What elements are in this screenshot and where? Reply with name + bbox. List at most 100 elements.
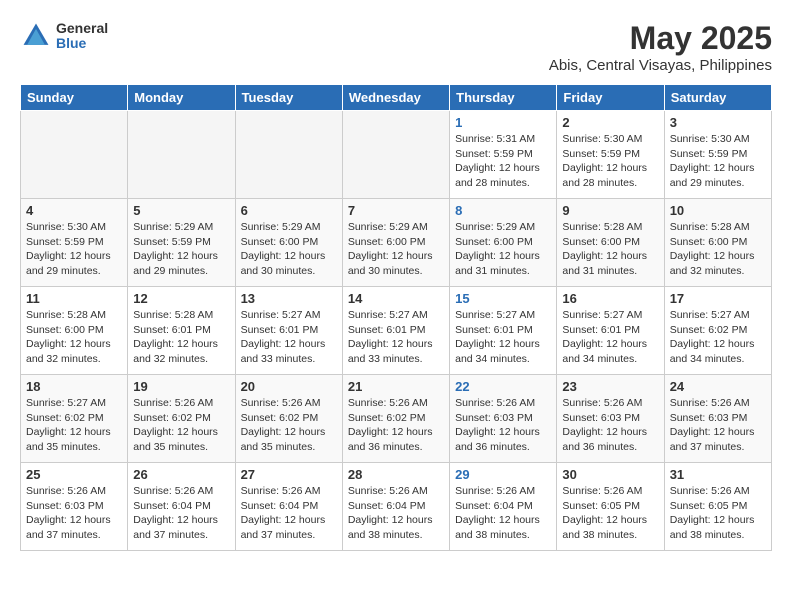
cell-info: Sunrise: 5:26 AMSunset: 6:02 PMDaylight:… [133,396,229,455]
day-number: 16 [562,291,658,306]
calendar-cell [235,111,342,199]
calendar-cell: 20 Sunrise: 5:26 AMSunset: 6:02 PMDayligh… [235,375,342,463]
calendar-cell: 9Sunrise: 5:28 AMSunset: 6:00 PMDaylight… [557,199,664,287]
week-row-3: 11 Sunrise: 5:28 AMSunset: 6:00 PMDayligh… [21,287,772,375]
calendar-cell: 16 Sunrise: 5:27 AMSunset: 6:01 PMDayligh… [557,287,664,375]
calendar-cell: 6 Sunrise: 5:29 AMSunset: 6:00 PMDaylight… [235,199,342,287]
day-number: 30 [562,467,658,482]
calendar-cell: 24 Sunrise: 5:26 AMSunset: 6:03 PMDayligh… [664,375,771,463]
cell-info: Sunrise: 5:26 AMSunset: 6:03 PMDaylight:… [26,484,122,543]
cell-info: Sunrise: 5:30 AMSunset: 5:59 PMDaylight:… [26,220,122,279]
calendar-cell: 29 Sunrise: 5:26 AMSunset: 6:04 PMDayligh… [450,463,557,551]
weekday-header-wednesday: Wednesday [342,85,449,111]
day-number: 27 [241,467,337,482]
day-number: 12 [133,291,229,306]
calendar-cell: 27 Sunrise: 5:26 AMSunset: 6:04 PMDayligh… [235,463,342,551]
calendar-cell: 26Sunrise: 5:26 AMSunset: 6:04 PMDayligh… [128,463,235,551]
cell-info: Sunrise: 5:26 AMSunset: 6:02 PMDaylight:… [241,396,337,455]
cell-info: Sunrise: 5:28 AMSunset: 6:00 PMDaylight:… [670,220,766,279]
day-number: 17 [670,291,766,306]
cell-info: Sunrise: 5:27 AMSunset: 6:01 PMDaylight:… [455,308,551,367]
cell-info: Sunrise: 5:29 AMSunset: 6:00 PMDaylight:… [348,220,444,279]
calendar-table: SundayMondayTuesdayWednesdayThursdayFrid… [20,84,772,551]
day-number: 15 [455,291,551,306]
cell-info: Sunrise: 5:26 AMSunset: 6:03 PMDaylight:… [670,396,766,455]
day-number: 22 [455,379,551,394]
logo-text: General Blue [56,21,108,52]
cell-info: Sunrise: 5:29 AMSunset: 6:00 PMDaylight:… [241,220,337,279]
week-row-5: 25 Sunrise: 5:26 AMSunset: 6:03 PMDayligh… [21,463,772,551]
week-row-2: 4Sunrise: 5:30 AMSunset: 5:59 PMDaylight… [21,199,772,287]
cell-info: Sunrise: 5:26 AMSunset: 6:05 PMDaylight:… [562,484,658,543]
cell-info: Sunrise: 5:26 AMSunset: 6:04 PMDaylight:… [348,484,444,543]
page-header: General Blue May 2025 Abis, Central Visa… [20,20,772,74]
calendar-cell [342,111,449,199]
calendar-cell: 23 Sunrise: 5:26 AMSunset: 6:03 PMDayligh… [557,375,664,463]
week-row-1: 1 Sunrise: 5:31 AMSunset: 5:59 PMDaylight… [21,111,772,199]
cell-info: Sunrise: 5:29 AMSunset: 6:00 PMDaylight:… [455,220,551,279]
calendar-cell: 31Sunrise: 5:26 AMSunset: 6:05 PMDayligh… [664,463,771,551]
calendar-cell: 10Sunrise: 5:28 AMSunset: 6:00 PMDayligh… [664,199,771,287]
calendar-cell: 1 Sunrise: 5:31 AMSunset: 5:59 PMDaylight… [450,111,557,199]
day-number: 11 [26,291,122,306]
calendar-cell [128,111,235,199]
weekday-header-row: SundayMondayTuesdayWednesdayThursdayFrid… [21,85,772,111]
day-number: 23 [562,379,658,394]
calendar-cell: 5 Sunrise: 5:29 AMSunset: 5:59 PMDaylight… [128,199,235,287]
cell-info: Sunrise: 5:30 AMSunset: 5:59 PMDaylight:… [562,132,658,191]
logo: General Blue [20,20,108,52]
weekday-header-monday: Monday [128,85,235,111]
cell-info: Sunrise: 5:26 AMSunset: 6:02 PMDaylight:… [348,396,444,455]
calendar-cell: 22 Sunrise: 5:26 AMSunset: 6:03 PMDayligh… [450,375,557,463]
cell-info: Sunrise: 5:31 AMSunset: 5:59 PMDaylight:… [455,132,551,191]
cell-info: Sunrise: 5:28 AMSunset: 6:00 PMDaylight:… [26,308,122,367]
cell-info: Sunrise: 5:27 AMSunset: 6:01 PMDaylight:… [348,308,444,367]
calendar-cell: 13 Sunrise: 5:27 AMSunset: 6:01 PMDayligh… [235,287,342,375]
cell-info: Sunrise: 5:26 AMSunset: 6:03 PMDaylight:… [455,396,551,455]
calendar-cell: 28 Sunrise: 5:26 AMSunset: 6:04 PMDayligh… [342,463,449,551]
day-number: 8 [455,203,551,218]
cell-info: Sunrise: 5:27 AMSunset: 6:02 PMDaylight:… [670,308,766,367]
title-area: May 2025 Abis, Central Visayas, Philippi… [549,20,772,74]
subtitle: Abis, Central Visayas, Philippines [549,57,772,74]
day-number: 28 [348,467,444,482]
weekday-header-friday: Friday [557,85,664,111]
logo-icon [20,20,52,52]
calendar-cell: 2Sunrise: 5:30 AMSunset: 5:59 PMDaylight… [557,111,664,199]
day-number: 29 [455,467,551,482]
calendar-cell: 15 Sunrise: 5:27 AMSunset: 6:01 PMDayligh… [450,287,557,375]
calendar-cell: 18Sunrise: 5:27 AMSunset: 6:02 PMDayligh… [21,375,128,463]
cell-info: Sunrise: 5:28 AMSunset: 6:01 PMDaylight:… [133,308,229,367]
calendar-cell: 4Sunrise: 5:30 AMSunset: 5:59 PMDaylight… [21,199,128,287]
cell-info: Sunrise: 5:26 AMSunset: 6:04 PMDaylight:… [455,484,551,543]
calendar-cell: 14 Sunrise: 5:27 AMSunset: 6:01 PMDayligh… [342,287,449,375]
calendar-cell: 8 Sunrise: 5:29 AMSunset: 6:00 PMDaylight… [450,199,557,287]
day-number: 19 [133,379,229,394]
day-number: 9 [562,203,658,218]
calendar-cell: 12 Sunrise: 5:28 AMSunset: 6:01 PMDayligh… [128,287,235,375]
cell-info: Sunrise: 5:26 AMSunset: 6:03 PMDaylight:… [562,396,658,455]
day-number: 6 [241,203,337,218]
day-number: 25 [26,467,122,482]
day-number: 13 [241,291,337,306]
cell-info: Sunrise: 5:29 AMSunset: 5:59 PMDaylight:… [133,220,229,279]
cell-info: Sunrise: 5:27 AMSunset: 6:01 PMDaylight:… [562,308,658,367]
day-number: 20 [241,379,337,394]
day-number: 21 [348,379,444,394]
day-number: 1 [455,115,551,130]
calendar-cell: 3Sunrise: 5:30 AMSunset: 5:59 PMDaylight… [664,111,771,199]
cell-info: Sunrise: 5:26 AMSunset: 6:04 PMDaylight:… [241,484,337,543]
day-number: 7 [348,203,444,218]
calendar-cell: 11 Sunrise: 5:28 AMSunset: 6:00 PMDayligh… [21,287,128,375]
day-number: 31 [670,467,766,482]
day-number: 5 [133,203,229,218]
calendar-cell: 7 Sunrise: 5:29 AMSunset: 6:00 PMDaylight… [342,199,449,287]
day-number: 3 [670,115,766,130]
calendar-cell: 19 Sunrise: 5:26 AMSunset: 6:02 PMDayligh… [128,375,235,463]
day-number: 24 [670,379,766,394]
cell-info: Sunrise: 5:27 AMSunset: 6:01 PMDaylight:… [241,308,337,367]
day-number: 14 [348,291,444,306]
main-title: May 2025 [549,20,772,57]
week-row-4: 18Sunrise: 5:27 AMSunset: 6:02 PMDayligh… [21,375,772,463]
weekday-header-sunday: Sunday [21,85,128,111]
